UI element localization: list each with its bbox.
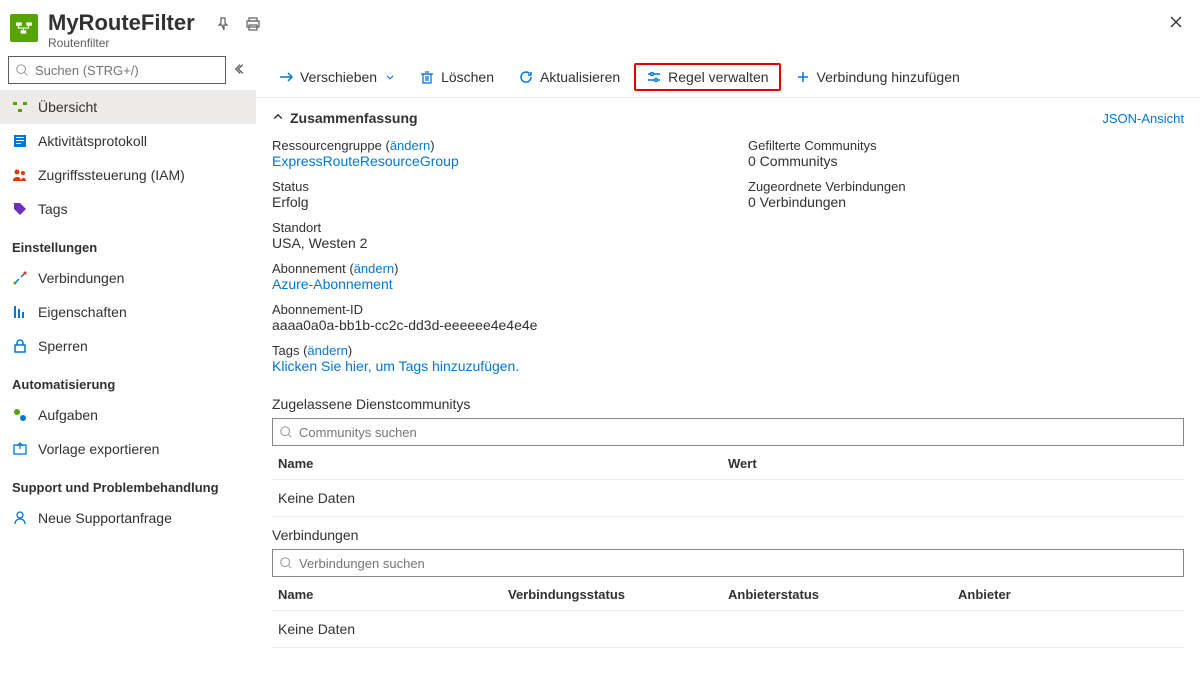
connections-icon [12, 270, 28, 286]
subscription-id-label: Abonnement-ID [272, 302, 708, 317]
change-subscription-link[interactable]: ändern [354, 261, 394, 276]
close-button[interactable] [1168, 14, 1184, 33]
nav-label: Eigenschaften [38, 304, 127, 320]
nav-group-automation: Automatisierung [0, 363, 256, 398]
change-resource-group-link[interactable]: ändern [390, 138, 430, 153]
tags-add-link[interactable]: Klicken Sie hier, um Tags hinzuzufügen. [272, 358, 519, 374]
connections-empty: Keine Daten [272, 611, 1184, 648]
subscription-id-value: aaaa0a0a-bb1b-cc2c-dd3d-eeeeee4e4e4e [272, 317, 708, 333]
filtered-communities-value: 0 Communitys [748, 153, 1184, 169]
nav-label: Aktivitätsprotokoll [38, 133, 147, 149]
summary-heading: Zusammenfassung [290, 110, 418, 126]
sidebar-item-properties[interactable]: Eigenschaften [0, 295, 256, 329]
nav-label: Sperren [38, 338, 88, 354]
people-icon [12, 167, 28, 183]
json-view-link[interactable]: JSON-Ansicht [1102, 111, 1184, 126]
nav-label: Übersicht [38, 99, 97, 115]
nav-label: Vorlage exportieren [38, 441, 159, 457]
add-connection-button[interactable]: Verbindung hinzufügen [785, 65, 970, 89]
status-label: Status [272, 179, 708, 194]
associated-connections-value: 0 Verbindungen [748, 194, 1184, 210]
nav-label: Neue Supportanfrage [38, 510, 172, 526]
nav-label: Verbindungen [38, 270, 124, 286]
col-provider-status[interactable]: Anbieterstatus [728, 587, 958, 602]
search-icon [15, 63, 29, 77]
sidebar: Übersicht Aktivitätsprotokoll Zugriffsst… [0, 56, 256, 680]
communities-table-head: Name Wert [272, 446, 1184, 480]
col-name[interactable]: Name [278, 456, 728, 471]
tags-label: Tags [272, 343, 299, 358]
manage-rule-button[interactable]: Regel verwalten [634, 63, 780, 91]
location-value: USA, Westen 2 [272, 235, 708, 251]
pin-icon[interactable] [215, 16, 231, 35]
filtered-communities-label: Gefilterte Communitys [748, 138, 1184, 153]
sidebar-item-tags[interactable]: Tags [0, 192, 256, 226]
sidebar-search[interactable] [8, 56, 226, 84]
nav-label: Zugriffssteuerung (IAM) [38, 167, 185, 183]
status-value: Erfolg [272, 194, 708, 210]
resource-group-label: Ressourcengruppe [272, 138, 382, 153]
sidebar-search-input[interactable] [35, 63, 219, 78]
sidebar-item-support-request[interactable]: Neue Supportanfrage [0, 501, 256, 535]
sidebar-item-connections[interactable]: Verbindungen [0, 261, 256, 295]
sidebar-item-tasks[interactable]: Aufgaben [0, 398, 256, 432]
col-name[interactable]: Name [278, 587, 508, 602]
nav-group-support: Support und Problembehandlung [0, 466, 256, 501]
export-icon [12, 441, 28, 457]
delete-button[interactable]: Löschen [409, 65, 504, 89]
associated-connections-label: Zugeordnete Verbindungen [748, 179, 1184, 194]
sidebar-item-iam[interactable]: Zugriffssteuerung (IAM) [0, 158, 256, 192]
collapse-sidebar-icon[interactable] [234, 62, 248, 79]
col-provider[interactable]: Anbieter [958, 587, 1178, 602]
communities-search[interactable] [272, 418, 1184, 446]
print-icon[interactable] [245, 16, 261, 35]
connections-search[interactable] [272, 549, 1184, 577]
communities-search-input[interactable] [299, 425, 1177, 440]
route-filter-icon [10, 14, 38, 42]
col-value[interactable]: Wert [728, 456, 1178, 471]
communities-empty: Keine Daten [272, 480, 1184, 517]
move-button[interactable]: Verschieben [268, 65, 405, 89]
connections-table-head: Name Verbindungsstatus Anbieterstatus An… [272, 577, 1184, 611]
refresh-button[interactable]: Aktualisieren [508, 65, 630, 89]
search-icon [279, 556, 293, 570]
toolbar: Verschieben Löschen Aktualisieren Regel … [256, 56, 1200, 98]
tasks-icon [12, 407, 28, 423]
sidebar-item-activity-log[interactable]: Aktivitätsprotokoll [0, 124, 256, 158]
nav-group-settings: Einstellungen [0, 226, 256, 261]
sidebar-item-overview[interactable]: Übersicht [0, 90, 256, 124]
nav-label: Aufgaben [38, 407, 98, 423]
connections-heading: Verbindungen [272, 527, 1184, 543]
resource-group-link[interactable]: ExpressRouteResourceGroup [272, 153, 459, 169]
sidebar-item-export-template[interactable]: Vorlage exportieren [0, 432, 256, 466]
chevron-down-icon [385, 72, 395, 82]
sidebar-item-locks[interactable]: Sperren [0, 329, 256, 363]
chevron-up-icon[interactable] [272, 111, 284, 126]
route-filter-icon [12, 99, 28, 115]
lock-icon [12, 338, 28, 354]
subscription-label: Abonnement [272, 261, 346, 276]
page-subtitle: Routenfilter [48, 36, 195, 50]
essentials: Ressourcengruppe (ändern) ExpressRouteRe… [272, 130, 1184, 386]
communities-heading: Zugelassene Dienstcommunitys [272, 396, 1184, 412]
properties-icon [12, 304, 28, 320]
nav-label: Tags [38, 201, 68, 217]
subscription-link[interactable]: Azure-Abonnement [272, 276, 393, 292]
location-label: Standort [272, 220, 708, 235]
activity-log-icon [12, 133, 28, 149]
page-title: MyRouteFilter [48, 10, 195, 36]
connections-search-input[interactable] [299, 556, 1177, 571]
tag-icon [12, 201, 28, 217]
search-icon [279, 425, 293, 439]
change-tags-link[interactable]: ändern [307, 343, 347, 358]
col-connection-status[interactable]: Verbindungsstatus [508, 587, 728, 602]
support-icon [12, 510, 28, 526]
